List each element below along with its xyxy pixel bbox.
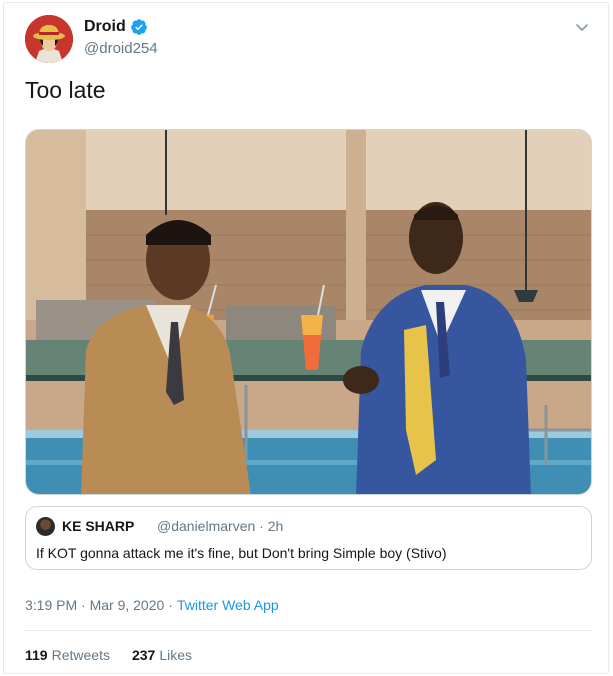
divider [25,630,592,631]
engagement-stats: 119 Retweets 237 Likes [25,647,192,663]
timestamp-separator: · [168,597,173,613]
timestamp-row: 3:19 PM · Mar 9, 2020 · Twitter Web App [25,597,279,613]
likes-label: Likes [159,647,192,663]
quoted-author-name[interactable]: KE SHARP [62,518,134,534]
author-handle[interactable]: @droid254 [84,40,158,57]
author-avatar[interactable] [25,15,73,63]
likes-count: 237 [131,647,156,663]
likes-stat[interactable]: 237 Likes [132,647,192,663]
chevron-down-icon[interactable] [574,19,590,35]
tweet-source[interactable]: Twitter Web App [177,597,279,613]
tweet-text: Too late [25,77,106,103]
retweets-count: 119 [25,647,48,663]
tweet-card: Droid @droid254 Too late KE SHARP @danie… [3,2,609,674]
straw-hat-avatar-icon [25,15,73,63]
retweets-label: Retweets [51,647,110,663]
verified-badge-icon [130,19,147,35]
tweet-timestamp[interactable]: 3:19 PM · Mar 9, 2020 [25,597,164,613]
quoted-author-meta: @danielmarven · 2h [157,518,284,534]
quoted-tweet[interactable]: KE SHARP @danielmarven · 2h If KOT gonna… [25,506,592,570]
tweet-photo[interactable] [25,129,592,495]
author-name-row: Droid [84,18,148,36]
author-display-name[interactable]: Droid [84,18,126,36]
quoted-author-avatar[interactable] [36,517,55,536]
photo-image [26,130,591,494]
retweets-stat[interactable]: 119 Retweets [25,647,110,663]
quoted-tweet-text: If KOT gonna attack me it's fine, but Do… [36,545,447,561]
